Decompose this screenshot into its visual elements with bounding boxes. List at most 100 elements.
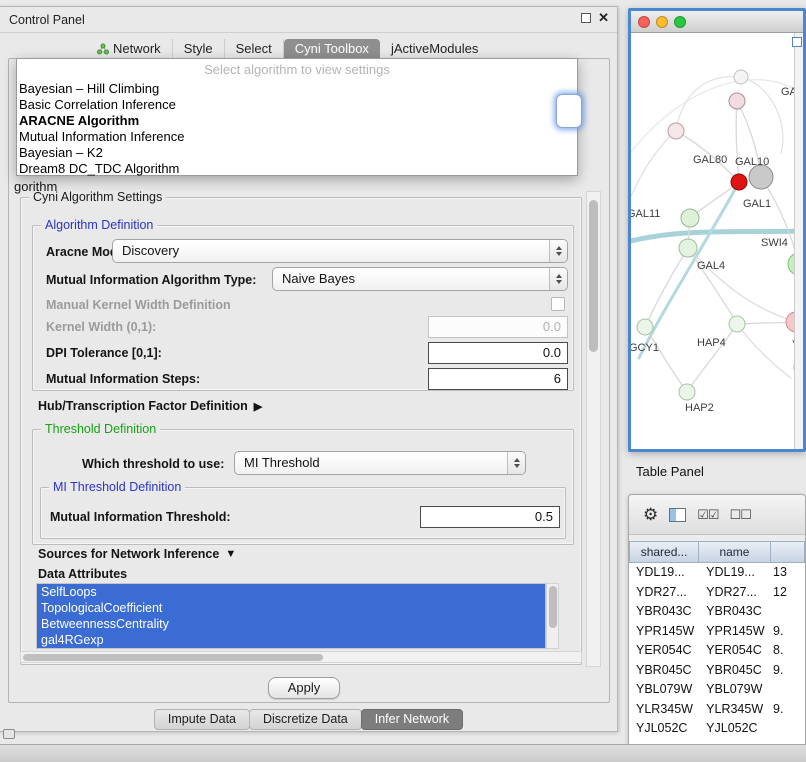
close-light[interactable] bbox=[638, 16, 650, 28]
network-node[interactable] bbox=[734, 70, 748, 84]
node-label: SWI4 bbox=[761, 237, 788, 249]
bottom-tab-discretize-data[interactable]: Discretize Data bbox=[249, 709, 362, 730]
bottom-tab-impute-data[interactable]: Impute Data bbox=[154, 709, 250, 730]
columns-icon[interactable] bbox=[669, 508, 686, 522]
tab-cyni-toolbox[interactable]: Cyni Toolbox bbox=[284, 39, 380, 59]
mi-threshold-field[interactable]: 0.5 bbox=[420, 506, 560, 528]
gear-icon[interactable]: ⚙ bbox=[643, 506, 658, 523]
manual-kernel-label: Manual Kernel Width Definition bbox=[46, 298, 231, 312]
aracne-mode-select[interactable]: Discovery bbox=[112, 239, 568, 263]
table-cell: YJL052C bbox=[629, 719, 699, 739]
combo-value: Naive Bayes bbox=[282, 268, 355, 290]
kernel-width-label: Kernel Width (0,1): bbox=[46, 320, 156, 334]
table-row[interactable]: YDL19...YDL19...13 bbox=[629, 563, 805, 583]
docked-panel-icon[interactable] bbox=[3, 729, 15, 739]
attribute-item-gal4rgexp[interactable]: gal4RGexp bbox=[37, 632, 545, 648]
table-body: YDL19...YDL19...13YDR27...YDR27...12YBR0… bbox=[629, 563, 805, 745]
network-node[interactable] bbox=[681, 209, 699, 227]
control-panel-window: Control Panel ✕ NetworkStyleSelectCyni T… bbox=[0, 6, 618, 732]
network-node[interactable] bbox=[731, 174, 747, 190]
minimize-light[interactable] bbox=[656, 16, 668, 28]
which-threshold-select[interactable]: MI Threshold bbox=[234, 451, 526, 475]
table-cell: YBL079W bbox=[699, 680, 771, 700]
network-edge bbox=[631, 80, 794, 163]
table-row[interactable]: YDR27...YDR27...12 bbox=[629, 583, 805, 603]
sources-expander[interactable]: Sources for Network Inference ▼ bbox=[38, 547, 236, 561]
stepper-icon bbox=[549, 240, 567, 262]
manual-kernel-checkbox[interactable] bbox=[551, 297, 565, 311]
table-cell: 9. bbox=[771, 622, 805, 642]
traffic-lights bbox=[638, 16, 686, 28]
table-cell: YJL052C bbox=[699, 719, 771, 739]
hub-definition-expander[interactable]: Hub/Transcription Factor Definition ▶ bbox=[38, 399, 262, 413]
attribute-item-selfloops[interactable]: SelfLoops bbox=[37, 584, 545, 600]
network-scrollbar[interactable] bbox=[794, 33, 803, 449]
apply-button[interactable]: Apply bbox=[268, 677, 340, 699]
algorithm-option-mutual-information-inference[interactable]: Mutual Information Inference bbox=[17, 129, 577, 145]
table-row[interactable]: YPR145WYPR145W9. bbox=[629, 622, 805, 642]
network-node[interactable] bbox=[679, 384, 695, 400]
algorithm-option-basic-correlation-inference[interactable]: Basic Correlation Inference bbox=[17, 97, 577, 113]
network-node[interactable] bbox=[749, 165, 773, 189]
table-row[interactable]: YBR043CYBR043C bbox=[629, 602, 805, 622]
column-header-shared[interactable]: shared... bbox=[629, 541, 699, 563]
dpi-tolerance-label: DPI Tolerance [0,1]: bbox=[46, 346, 162, 360]
table-cell: YPR145W bbox=[629, 622, 699, 642]
table-cell: YDL19... bbox=[699, 563, 771, 583]
mi-steps-label: Mutual Information Steps: bbox=[46, 372, 200, 386]
bottom-tab-infer-network[interactable]: Infer Network bbox=[361, 709, 463, 730]
data-attributes-list[interactable]: SelfLoopsTopologicalCoefficientBetweenne… bbox=[36, 583, 546, 649]
attribute-item-betweennesscentrality[interactable]: BetweennessCentrality bbox=[37, 616, 545, 632]
table-window: ⚙ ☑☑ ☐☐ shared...name YDL19...YDL19...13… bbox=[628, 494, 806, 746]
tab-style[interactable]: Style bbox=[173, 39, 225, 59]
table-row[interactable]: YJL052CYJL052C bbox=[629, 719, 805, 739]
algorithm-option-dream8-dc-tdc-algorithm[interactable]: Dream8 DC_TDC Algorithm bbox=[17, 161, 577, 177]
algorithm-option-bayesian-k2[interactable]: Bayesian – K2 bbox=[17, 145, 577, 161]
deselect-all-icon[interactable]: ☐☐ bbox=[730, 507, 751, 523]
control-panel-titlebar: Control Panel ✕ bbox=[0, 7, 617, 33]
close-icon[interactable]: ✕ bbox=[598, 12, 609, 24]
network-node[interactable] bbox=[729, 93, 745, 109]
network-node[interactable] bbox=[637, 319, 653, 335]
which-threshold-label: Which threshold to use: bbox=[82, 457, 224, 471]
tab-network[interactable]: Network bbox=[86, 39, 173, 59]
column-header-extra[interactable] bbox=[771, 541, 805, 563]
select-all-icon[interactable]: ☑☑ bbox=[697, 507, 718, 523]
node-label: GAL1 bbox=[743, 198, 771, 210]
scroll-corner-box[interactable] bbox=[792, 37, 802, 47]
float-window-icon[interactable] bbox=[581, 13, 591, 23]
table-row[interactable]: YER054CYER054C8. bbox=[629, 641, 805, 661]
algorithm-option-bayesian-hill-climbing[interactable]: Bayesian – Hill Climbing bbox=[17, 81, 577, 97]
horizontal-scrollbar[interactable] bbox=[20, 651, 582, 663]
network-edge bbox=[761, 177, 794, 264]
algorithm-option-aracne-algorithm[interactable]: ARACNE Algorithm bbox=[17, 113, 577, 129]
network-node[interactable] bbox=[668, 123, 684, 139]
stepper-icon bbox=[549, 268, 567, 290]
table-cell: YER054C bbox=[699, 641, 771, 661]
network-node[interactable] bbox=[679, 239, 697, 257]
attribute-item-topologicalcoefficient[interactable]: TopologicalCoefficient bbox=[37, 600, 545, 616]
network-window-titlebar[interactable] bbox=[631, 11, 803, 33]
network-node[interactable] bbox=[786, 312, 794, 332]
network-canvas[interactable]: GALGAL80GAL10GAL11GAL1SWI4GAL4GCY1HAP4HA… bbox=[631, 33, 794, 449]
table-cell: 9. bbox=[771, 661, 805, 681]
table-toolbar: ⚙ ☑☑ ☐☐ bbox=[629, 495, 805, 535]
zoom-light[interactable] bbox=[674, 16, 686, 28]
tab-jactivemodules[interactable]: jActiveModules bbox=[380, 39, 489, 59]
table-row[interactable]: YBL079WYBL079W bbox=[629, 680, 805, 700]
table-row[interactable]: YBR045CYBR045C9. bbox=[629, 661, 805, 681]
tab-select[interactable]: Select bbox=[225, 39, 284, 59]
table-cell: YBR043C bbox=[629, 602, 699, 622]
column-header-name[interactable]: name bbox=[699, 541, 771, 563]
dpi-tolerance-field[interactable]: 0.0 bbox=[428, 342, 568, 364]
algorithm-combo-edge[interactable] bbox=[556, 94, 582, 128]
table-cell bbox=[771, 602, 805, 622]
attributes-scrollbar[interactable] bbox=[546, 583, 559, 649]
mi-algorithm-type-select[interactable]: Naive Bayes bbox=[272, 267, 568, 291]
mi-steps-field[interactable]: 6 bbox=[428, 368, 568, 390]
table-row[interactable]: YLR345WYLR345W9. bbox=[629, 700, 805, 720]
network-edge bbox=[687, 324, 737, 392]
vertical-scrollbar[interactable] bbox=[586, 191, 601, 667]
kernel-width-field[interactable]: 0.0 bbox=[428, 316, 568, 338]
network-node[interactable] bbox=[729, 316, 745, 332]
